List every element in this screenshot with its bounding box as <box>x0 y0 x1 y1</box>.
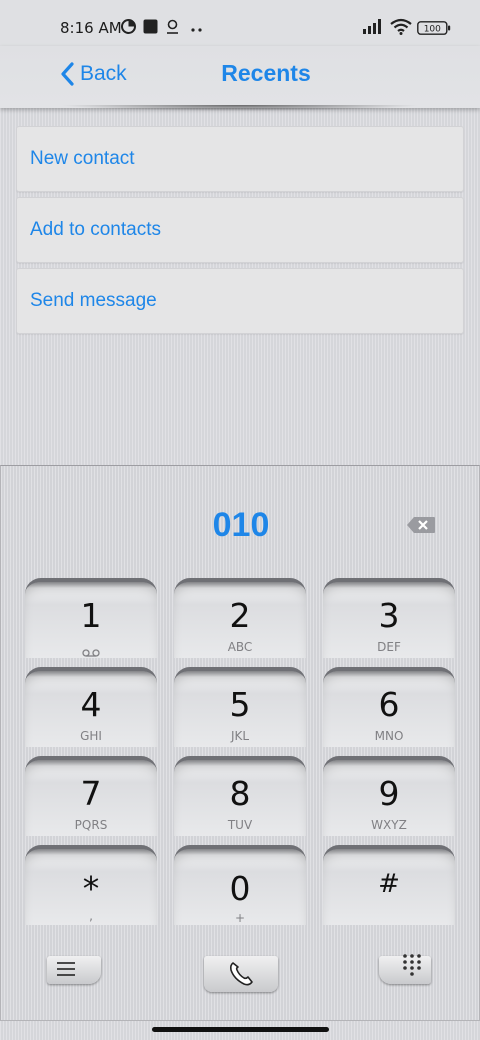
key-digit: 2 <box>229 596 251 635</box>
page-title: Recents <box>221 60 311 86</box>
key-digit: 8 <box>229 774 251 813</box>
battery-icon: 100 <box>417 20 451 39</box>
key-letters: ABC <box>227 640 253 654</box>
battery-level: 100 <box>424 25 441 35</box>
phone-icon <box>228 961 254 992</box>
voicemail-icon <box>82 644 100 662</box>
key-hash[interactable]: # <box>323 845 455 925</box>
key-letters: WXYZ <box>371 818 407 832</box>
key-digit: 9 <box>378 774 400 813</box>
navigation-bar: Back Recents <box>0 46 480 108</box>
key-letters: TUV <box>227 818 253 832</box>
key-digit: * <box>82 869 100 908</box>
menu-button[interactable] <box>47 956 101 984</box>
square-icon <box>143 19 158 38</box>
key-digit: 0 <box>229 869 251 908</box>
send-message-button[interactable]: Send message <box>16 268 464 334</box>
key-6[interactable]: 6 MNO <box>323 667 455 747</box>
key-letters: + <box>234 911 246 925</box>
wifi-icon <box>390 18 412 39</box>
key-digit: 3 <box>378 596 400 635</box>
key-4[interactable]: 4 GHI <box>25 667 157 747</box>
key-digit: 7 <box>80 774 102 813</box>
key-letters: GHI <box>80 729 102 743</box>
key-letters: MNO <box>374 729 404 743</box>
key-letters: DEF <box>377 640 401 654</box>
key-star[interactable]: * , <box>25 845 157 925</box>
dialpad-panel: 010 1 2 ABC 3 DEF 4 GHI 5 JKL 6 MNO 7 PQ… <box>0 465 480 1021</box>
status-time: 8:16 AM <box>60 19 122 37</box>
key-digit: 5 <box>229 685 251 724</box>
key-2[interactable]: 2 ABC <box>174 578 306 658</box>
key-digit: 4 <box>80 685 102 724</box>
dialpad-icon <box>402 953 424 982</box>
nav-shadow <box>60 105 420 111</box>
backspace-icon[interactable] <box>406 516 436 539</box>
key-3[interactable]: 3 DEF <box>323 578 455 658</box>
add-to-contacts-button[interactable]: Add to contacts <box>16 197 464 263</box>
key-9[interactable]: 9 WXYZ <box>323 756 455 836</box>
key-digit: 6 <box>378 685 400 724</box>
menu-icon <box>56 961 76 982</box>
new-contact-button[interactable]: New contact <box>16 126 464 192</box>
key-8[interactable]: 8 TUV <box>174 756 306 836</box>
home-indicator[interactable] <box>152 1027 329 1032</box>
more-dots-icon <box>190 21 204 40</box>
key-5[interactable]: 5 JKL <box>174 667 306 747</box>
key-digit: 1 <box>80 596 102 635</box>
key-digit: # <box>378 869 400 899</box>
key-letters: JKL <box>230 729 250 743</box>
call-button[interactable] <box>204 956 278 992</box>
key-7[interactable]: 7 PQRS <box>25 756 157 836</box>
key-letters: PQRS <box>74 818 108 832</box>
signal-icon <box>363 19 385 38</box>
key-letters: , <box>89 909 93 923</box>
key-1[interactable]: 1 <box>25 578 157 658</box>
pie-icon <box>121 19 136 38</box>
location-icon <box>165 19 180 38</box>
key-0[interactable]: 0 + <box>174 845 306 925</box>
status-bar: 8:16 AM 100 <box>0 0 480 46</box>
keypad-toggle-button[interactable] <box>379 953 431 984</box>
